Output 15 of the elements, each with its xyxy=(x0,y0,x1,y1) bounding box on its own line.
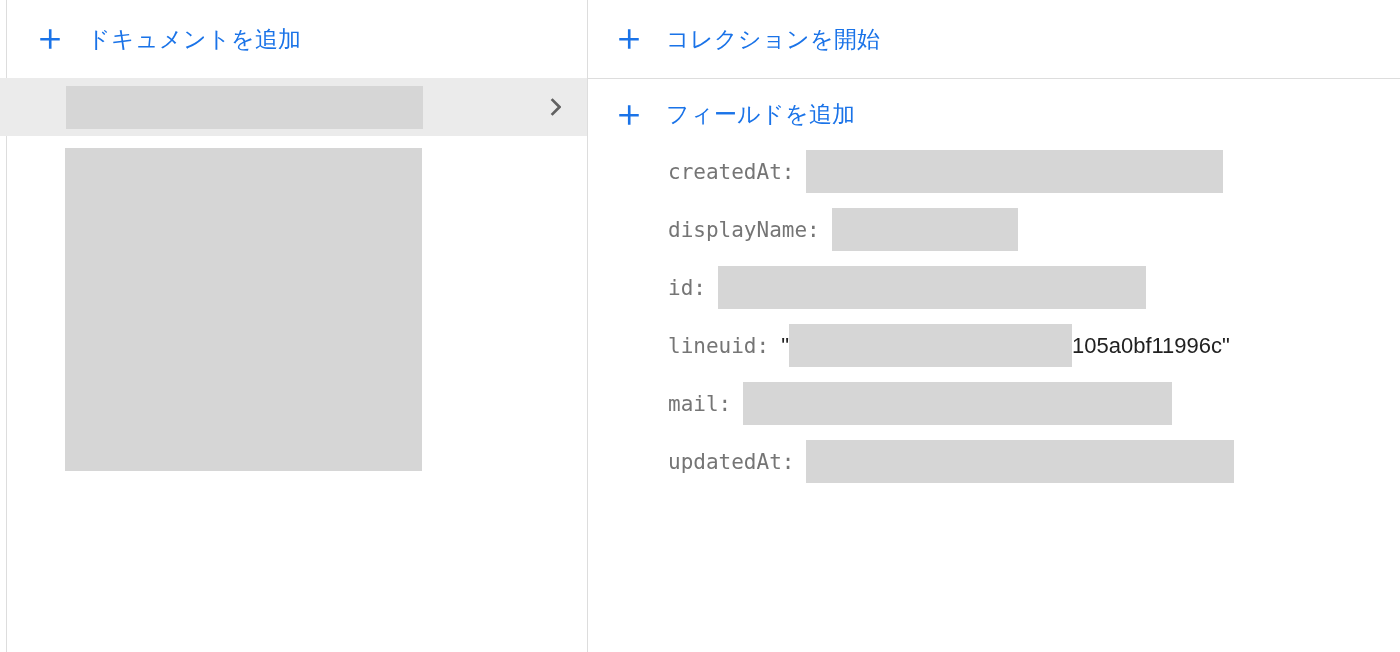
field-key: displayName: xyxy=(668,217,820,242)
document-row[interactable] xyxy=(0,78,587,136)
field-key: mail: xyxy=(668,391,732,416)
field-value: 105a0bf11996c" xyxy=(1071,332,1230,359)
add-document-button[interactable]: ドキュメントを追加 xyxy=(37,23,301,55)
field-key: id: xyxy=(668,275,706,300)
field-key: createdAt: xyxy=(668,159,795,184)
start-collection-button[interactable]: コレクションを開始 xyxy=(616,23,880,55)
chevron-right-icon xyxy=(549,98,561,116)
field-value: " xyxy=(781,332,789,359)
plus-icon xyxy=(616,26,642,52)
field-key: lineuid: xyxy=(668,333,770,358)
add-field-button[interactable]: フィールドを追加 xyxy=(616,99,855,130)
plus-icon xyxy=(37,26,63,52)
field-key: updatedAt: xyxy=(668,449,795,474)
